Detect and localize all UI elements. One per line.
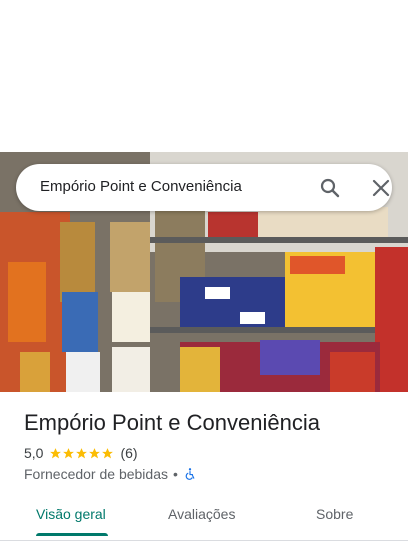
category-row: Fornecedor de bebidas •: [24, 465, 197, 483]
active-tab-indicator: [36, 533, 108, 536]
star-icon: [102, 447, 114, 458]
place-title: Empório Point e Conveniência: [24, 410, 320, 435]
search-icon[interactable]: [318, 176, 342, 200]
tab-about[interactable]: Sobre: [316, 506, 353, 522]
tab-overview[interactable]: Visão geral: [36, 506, 106, 522]
separator: •: [173, 466, 178, 482]
rating-value: 5,0: [24, 445, 44, 461]
review-count[interactable]: (6): [120, 445, 137, 461]
map-area: [0, 0, 408, 152]
tab-reviews[interactable]: Avaliações: [168, 506, 235, 522]
place-category: Fornecedor de bebidas: [24, 466, 168, 482]
search-bar[interactable]: Empório Point e Conveniência: [16, 164, 392, 211]
search-input[interactable]: Empório Point e Conveniência: [40, 178, 242, 195]
rating-row[interactable]: 5,0 (6): [24, 444, 138, 462]
star-icon: [89, 447, 101, 458]
close-icon[interactable]: [369, 176, 393, 200]
star-icon: [50, 447, 62, 458]
wheelchair-icon: [185, 468, 195, 480]
star-icon: [63, 447, 75, 458]
star-rating: [49, 447, 114, 460]
tab-bar: Visão geral Avaliações Sobre: [0, 496, 408, 541]
star-icon: [76, 447, 88, 458]
